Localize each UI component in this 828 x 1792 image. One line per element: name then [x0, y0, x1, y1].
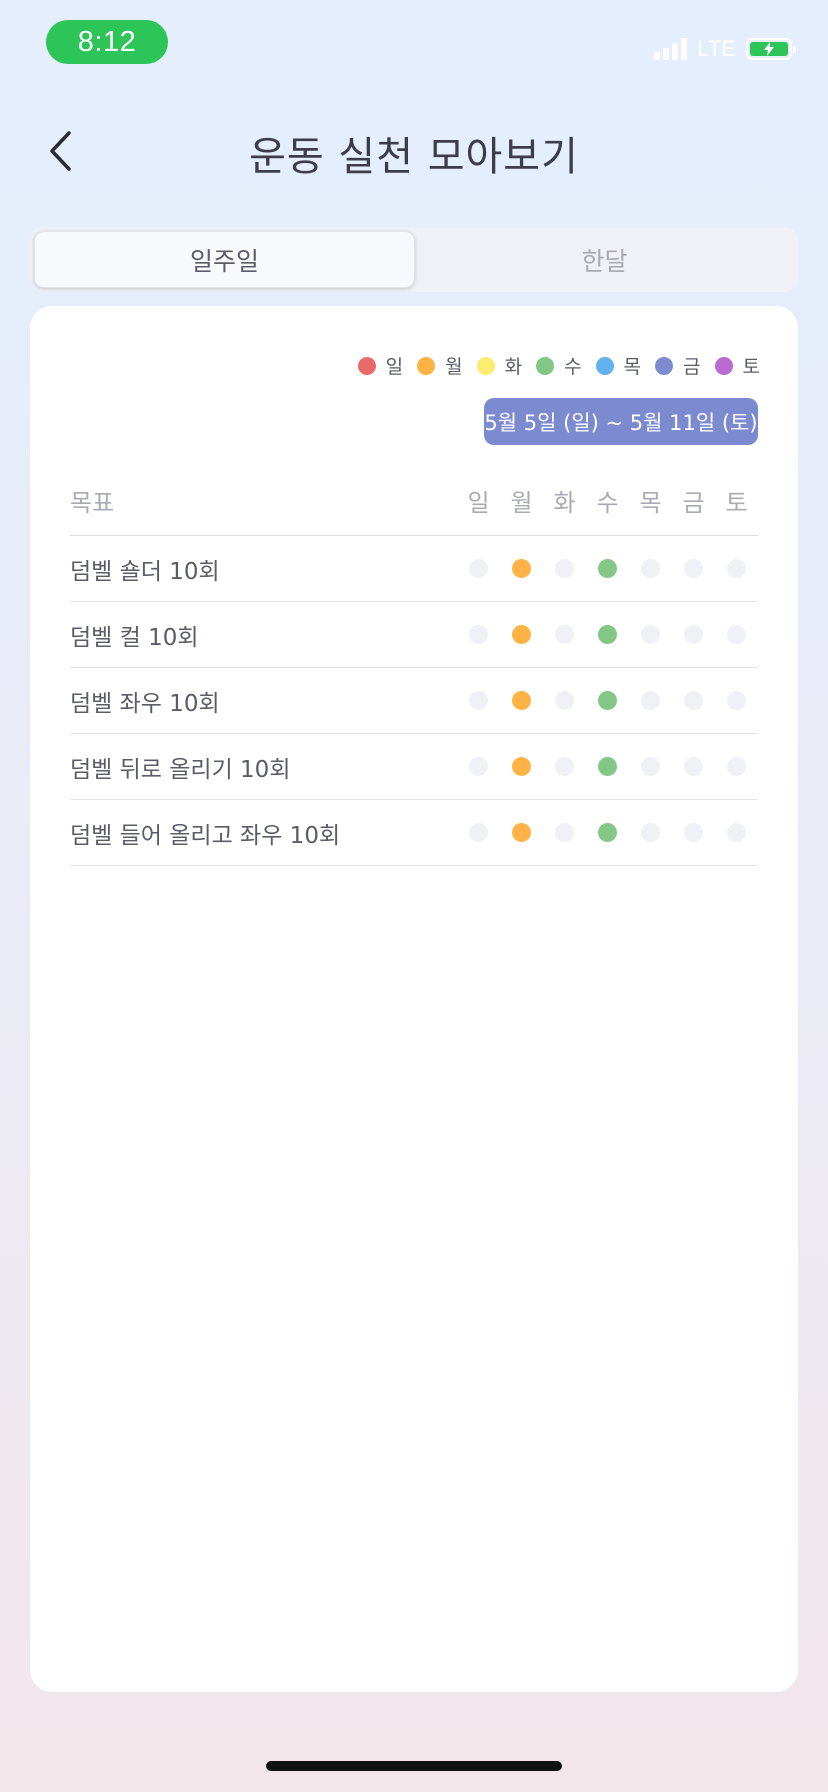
empty-dot [555, 691, 574, 710]
empty-dot [727, 823, 746, 842]
goal-label: 덤벨 컬 10회 [70, 624, 199, 651]
empty-dot [684, 559, 703, 578]
empty-dot [727, 559, 746, 578]
table-row[interactable]: 덤벨 뒤로 올리기 10회 [70, 734, 758, 800]
legend-item: 일 [357, 352, 404, 379]
exercise-table: 목표 일월화수목금토 덤벨 숄더 10회덤벨 컬 10회덤벨 좌우 10회덤벨 … [70, 466, 758, 866]
empty-dot [727, 691, 746, 710]
weekly-summary-card: 일월화수목금토 5월 5일 (일) ~ 5월 11일 (토) 목표 일월화수목금… [30, 306, 798, 1692]
page-title: 운동 실천 모아보기 [249, 134, 579, 180]
signal-icon [654, 38, 688, 60]
legend-dot [357, 356, 376, 375]
date-range-chip[interactable]: 5월 5일 (일) ~ 5월 11일 (토) [484, 398, 758, 445]
empty-dot [684, 625, 703, 644]
completed-dot [512, 625, 531, 644]
empty-dot [641, 559, 660, 578]
legend-label: 화 [504, 356, 523, 378]
legend-item: 월 [417, 352, 463, 379]
legend-dot [536, 356, 555, 375]
day-column-header: 목 [639, 489, 662, 517]
legend-dot [417, 356, 436, 375]
goal-column-header: 목표 [70, 489, 115, 517]
empty-dot [641, 691, 660, 710]
tab-month[interactable]: 한달 [415, 231, 794, 288]
empty-dot [469, 757, 488, 776]
empty-dot [684, 823, 703, 842]
table-row[interactable]: 덤벨 좌우 10회 [70, 668, 758, 734]
network-label: LTE [697, 36, 736, 61]
status-time: 8:12 [46, 20, 168, 64]
empty-dot [555, 757, 574, 776]
table-row[interactable]: 덤벨 들어 올리고 좌우 10회 [70, 800, 758, 866]
battery-charging-icon [746, 38, 796, 60]
empty-dot [641, 625, 660, 644]
empty-dot [641, 823, 660, 842]
legend-label: 월 [445, 356, 463, 378]
empty-dot [469, 559, 488, 578]
empty-dot [555, 823, 574, 842]
completed-dot [598, 691, 617, 710]
legend-dot [595, 356, 614, 375]
table-row[interactable]: 덤벨 숄더 10회 [70, 536, 758, 602]
table-header: 목표 일월화수목금토 [70, 466, 758, 536]
empty-dot [727, 757, 746, 776]
legend-label: 일 [385, 356, 404, 378]
status-indicators: LTE [654, 36, 796, 62]
goal-label: 덤벨 뒤로 올리기 10회 [70, 756, 291, 783]
day-column-header: 금 [682, 489, 705, 517]
empty-dot [684, 691, 703, 710]
day-column-header: 일 [467, 489, 490, 517]
empty-dot [641, 757, 660, 776]
empty-dot [684, 757, 703, 776]
legend-dot [714, 356, 733, 375]
completed-dot [598, 823, 617, 842]
empty-dot [555, 559, 574, 578]
legend-label: 토 [742, 356, 760, 378]
legend-dot [655, 356, 674, 375]
period-segmented-control: 일주일 한달 [30, 227, 798, 292]
day-column-header: 수 [596, 489, 619, 517]
completed-dot [512, 691, 531, 710]
empty-dot [469, 625, 488, 644]
goal-label: 덤벨 좌우 10회 [70, 690, 220, 717]
tab-week[interactable]: 일주일 [34, 231, 415, 288]
completed-dot [598, 757, 617, 776]
empty-dot [469, 691, 488, 710]
completed-dot [512, 757, 531, 776]
legend-dot [476, 356, 495, 375]
goal-label: 덤벨 들어 올리고 좌우 10회 [70, 822, 341, 849]
empty-dot [555, 625, 574, 644]
completed-dot [512, 559, 531, 578]
legend-label: 목 [623, 356, 642, 378]
goal-label: 덤벨 숄더 10회 [70, 558, 220, 585]
completed-dot [598, 559, 617, 578]
table-row[interactable]: 덤벨 컬 10회 [70, 602, 758, 668]
day-column-header: 토 [725, 489, 748, 517]
day-color-legend: 일월화수목금토 [344, 352, 760, 379]
completed-dot [598, 625, 617, 644]
completed-dot [512, 823, 531, 842]
legend-item: 화 [476, 352, 523, 379]
empty-dot [469, 823, 488, 842]
home-indicator[interactable] [266, 1761, 562, 1771]
empty-dot [727, 625, 746, 644]
legend-item: 금 [655, 352, 701, 379]
legend-label: 금 [683, 356, 701, 378]
day-column-header: 화 [553, 489, 576, 517]
legend-item: 수 [536, 352, 582, 379]
day-column-header: 월 [510, 489, 533, 517]
legend-item: 토 [714, 352, 760, 379]
legend-label: 수 [564, 356, 582, 378]
legend-item: 목 [595, 352, 642, 379]
